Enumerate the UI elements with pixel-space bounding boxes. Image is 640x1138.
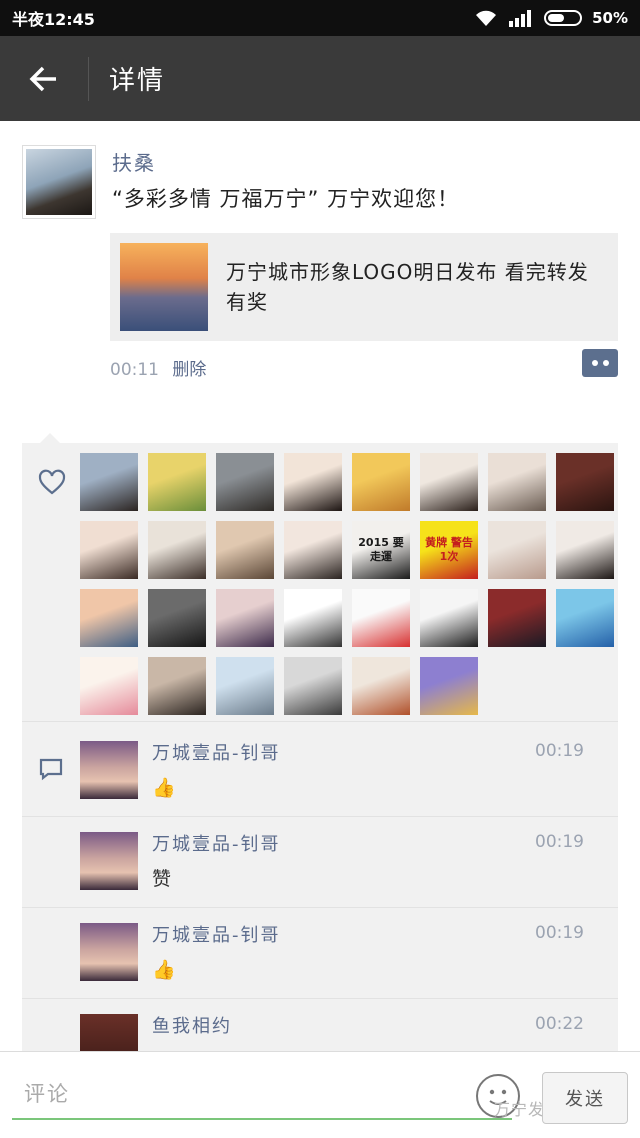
post-detail: 扶桑 “多彩多情 万福万宁” 万宁欢迎您！ 万宁城市形象LOGO明日发布 看完转… <box>0 121 640 1072</box>
back-arrow-icon <box>29 66 56 91</box>
liker-avatar[interactable] <box>148 521 206 579</box>
likes-divider <box>22 721 618 722</box>
comment-text: 赞 <box>152 868 172 890</box>
comment-row[interactable]: 万城壹品-钊哥 00:19 👍 <box>22 909 618 999</box>
comment-row[interactable]: 万城壹品-钊哥 00:19 👍 <box>22 727 618 817</box>
liker-avatar[interactable]: 2015 要走運 <box>352 521 410 579</box>
commenter-avatar[interactable] <box>80 832 138 890</box>
liker-avatar[interactable] <box>284 521 342 579</box>
comment-input-bar: 万宁发布厅 发送 <box>0 1051 640 1138</box>
commenter-name[interactable]: 鱼我相约 <box>152 1012 232 1038</box>
liker-avatar[interactable] <box>216 453 274 511</box>
thumbs-up-icon: 👍 <box>152 959 176 981</box>
liker-avatar[interactable] <box>80 521 138 579</box>
comment-time: 00:19 <box>535 832 584 852</box>
status-bar: 半夜12:45 50% <box>0 0 640 36</box>
title-bar: 详情 <box>0 36 640 121</box>
liker-avatar[interactable] <box>284 453 342 511</box>
status-time: 半夜12:45 <box>12 10 95 29</box>
link-thumbnail <box>120 243 208 331</box>
post-text: “多彩多情 万福万宁” 万宁欢迎您！ <box>112 187 460 211</box>
liker-avatar[interactable] <box>352 453 410 511</box>
liker-avatar[interactable] <box>148 589 206 647</box>
liker-avatar[interactable] <box>148 657 206 715</box>
liker-avatar[interactable] <box>216 589 274 647</box>
delete-link[interactable]: 删除 <box>172 360 206 380</box>
commenter-name[interactable]: 万城壹品-钊哥 <box>152 830 281 856</box>
liker-avatar[interactable] <box>488 589 546 647</box>
liker-avatar[interactable] <box>148 453 206 511</box>
comment-menu-button[interactable] <box>582 349 618 377</box>
comment-bubble-icon <box>39 758 63 781</box>
comment-row[interactable]: 万城壹品-钊哥 00:19 赞 <box>22 818 618 908</box>
commenter-name[interactable]: 万城壹品-钊哥 <box>152 921 281 947</box>
liker-avatar[interactable] <box>352 589 410 647</box>
post-time: 00:11 <box>110 360 159 380</box>
liker-avatar[interactable] <box>556 589 614 647</box>
liker-avatar[interactable] <box>420 657 478 715</box>
author-name[interactable]: 扶桑 <box>112 147 156 176</box>
commenter-name[interactable]: 万城壹品-钊哥 <box>152 739 281 765</box>
comment-time: 00:19 <box>535 741 584 761</box>
liker-avatar[interactable] <box>556 521 614 579</box>
liker-avatar[interactable] <box>80 657 138 715</box>
thumbs-up-icon: 👍 <box>152 777 176 799</box>
liker-avatar[interactable] <box>216 657 274 715</box>
like-avatar-grid: 2015 要走運 黄牌 警告 1次 <box>80 453 614 715</box>
link-card[interactable]: 万宁城市形象LOGO明日发布 看完转发有奖 <box>110 233 618 341</box>
send-button[interactable]: 发送 <box>542 1072 628 1124</box>
liker-avatar[interactable] <box>352 657 410 715</box>
battery-percent: 50% <box>592 9 628 27</box>
heart-icon <box>38 469 66 495</box>
liker-avatar[interactable] <box>420 589 478 647</box>
status-icons: 50% <box>474 9 628 27</box>
commenter-avatar[interactable] <box>80 741 138 799</box>
liker-avatar[interactable] <box>80 453 138 511</box>
commenter-avatar[interactable] <box>80 923 138 981</box>
comment-time: 00:19 <box>535 923 584 943</box>
back-button[interactable] <box>0 36 88 121</box>
liker-avatar[interactable] <box>216 521 274 579</box>
post-meta: 00:11 删除 <box>110 355 206 380</box>
wifi-icon <box>476 10 497 26</box>
signal-icon <box>509 10 532 27</box>
comment-time: 00:22 <box>535 1014 584 1034</box>
likes-comments-panel: 2015 要走運 黄牌 警告 1次 万城壹品-钊哥 00:19 👍 万城壹品-钊哥 00:… <box>22 433 618 1072</box>
comment-divider <box>22 816 618 817</box>
liker-avatar[interactable] <box>420 453 478 511</box>
author-avatar[interactable] <box>22 145 96 219</box>
comment-input[interactable] <box>12 1070 512 1120</box>
title-divider <box>88 56 89 101</box>
liker-avatar[interactable] <box>284 657 342 715</box>
liker-avatar[interactable] <box>556 453 614 511</box>
liker-avatar[interactable] <box>488 453 546 511</box>
comment-divider <box>22 998 618 999</box>
battery-icon <box>544 10 583 26</box>
page-title: 详情 <box>109 66 166 96</box>
liker-avatar[interactable] <box>80 589 138 647</box>
link-title: 万宁城市形象LOGO明日发布 看完转发有奖 <box>226 260 589 314</box>
liker-avatar[interactable] <box>488 521 546 579</box>
liker-avatar[interactable]: 黄牌 警告 1次 <box>420 521 478 579</box>
comment-divider <box>22 907 618 908</box>
liker-avatar[interactable] <box>284 589 342 647</box>
